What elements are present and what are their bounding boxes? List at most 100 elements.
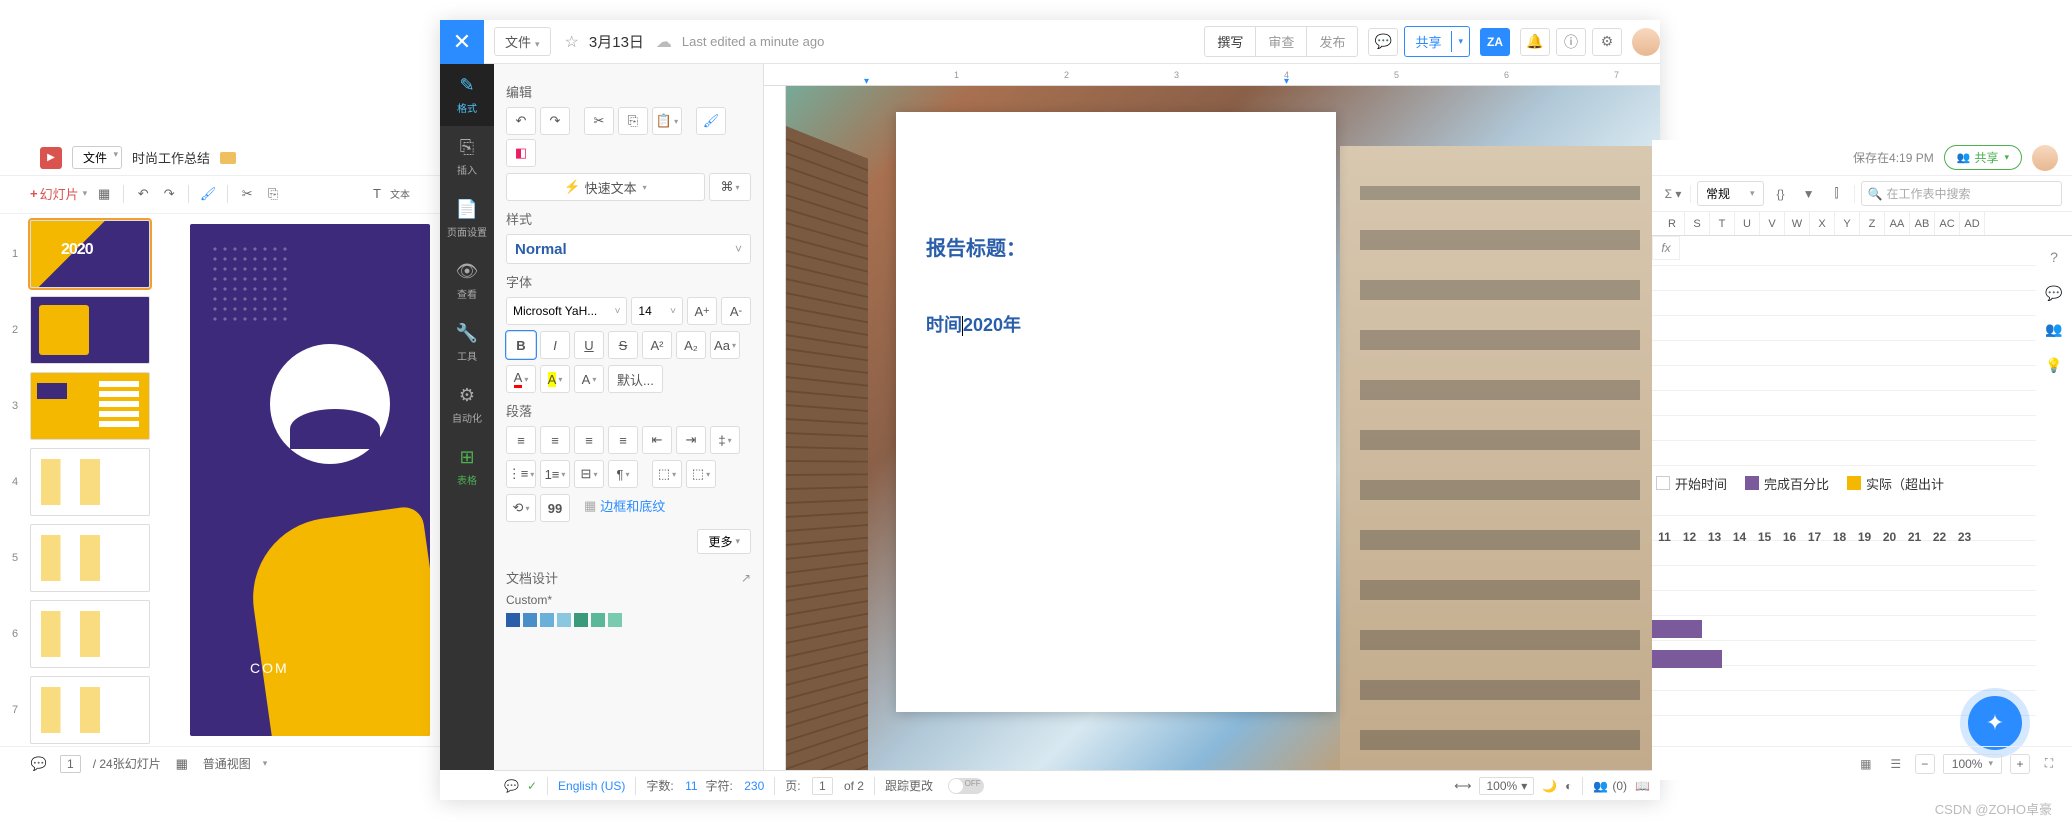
page-indicator[interactable]: 页: 1 of 2 xyxy=(785,777,864,795)
close-button[interactable]: ✕ xyxy=(440,20,484,64)
col-header[interactable]: V xyxy=(1760,212,1785,235)
share-button[interactable]: 共享 ▾ xyxy=(1404,26,1470,57)
swatch[interactable] xyxy=(608,613,622,627)
col-header[interactable]: Y xyxy=(1835,212,1860,235)
align-center-button[interactable]: ≡ xyxy=(540,426,570,454)
multilevel-list-button[interactable]: ⊟ xyxy=(574,460,604,488)
zoom-in-button[interactable]: + xyxy=(2010,754,2030,774)
superscript-button[interactable]: A² xyxy=(642,331,672,359)
col-header[interactable]: Z xyxy=(1860,212,1885,235)
sidenav-page-setup[interactable]: 📄页面设置 xyxy=(440,188,494,250)
horizontal-ruler[interactable]: ▾ 1 2 3 ▾ 4 5 6 7 xyxy=(764,64,1660,86)
word-count[interactable]: 字数: 11 xyxy=(646,777,697,794)
star-icon[interactable]: ☆ xyxy=(565,32,579,52)
slides-doc-title[interactable]: 时尚工作总结 xyxy=(132,148,210,167)
copy-button[interactable]: ⎘ xyxy=(618,107,648,135)
track-changes[interactable]: 跟踪更改 OFF xyxy=(885,777,984,794)
swatch[interactable] xyxy=(574,613,588,627)
sidenav-table[interactable]: ⊞表格 xyxy=(440,436,494,498)
spacing-before-button[interactable]: ⬚ xyxy=(652,460,682,488)
clear-format-button[interactable]: ◧ xyxy=(506,139,536,167)
night-mode-icon[interactable]: 🌙 xyxy=(1542,779,1557,793)
theme-icon[interactable]: ◐ xyxy=(1565,779,1572,793)
swatch[interactable] xyxy=(523,613,537,627)
lightbulb-icon[interactable]: 💡 xyxy=(2043,354,2065,376)
border-shading-link[interactable]: ▦边框和底纹 xyxy=(584,496,665,515)
paste-button[interactable]: 📋 xyxy=(652,107,682,135)
za-button[interactable]: ZA xyxy=(1480,28,1510,56)
mode-write[interactable]: 撰写 xyxy=(1205,27,1256,56)
view-mode[interactable]: 普通视图 xyxy=(203,755,251,772)
cut-button[interactable]: ✂ xyxy=(584,107,614,135)
undo-button[interactable]: ↶ xyxy=(506,107,536,135)
slide-thumb-3[interactable] xyxy=(30,372,150,440)
reader-mode-icon[interactable]: 📖 xyxy=(1635,779,1650,793)
col-header[interactable]: AA xyxy=(1885,212,1910,235)
slide-thumb-2[interactable] xyxy=(30,296,150,364)
add-slide-button[interactable]: 幻灯片 xyxy=(30,184,87,203)
vertical-ruler[interactable] xyxy=(764,86,786,770)
fullscreen-icon[interactable]: ⛶ xyxy=(2038,753,2060,775)
grid-view-icon[interactable]: ▦ xyxy=(1855,753,1877,775)
special-char-button[interactable]: ⌘ xyxy=(709,173,751,201)
color-swatches[interactable] xyxy=(506,613,751,627)
italic-button[interactable]: I xyxy=(540,331,570,359)
line-spacing-button[interactable]: ‡ xyxy=(710,426,740,454)
text-direction-button[interactable]: ⟲ xyxy=(506,494,536,522)
spacing-after-button[interactable]: ⬚ xyxy=(686,460,716,488)
sidenav-format[interactable]: ✎格式 xyxy=(440,64,494,126)
checkmark-icon[interactable]: ✓ xyxy=(527,779,537,793)
subscript-button[interactable]: A₂ xyxy=(676,331,706,359)
strike-button[interactable]: S xyxy=(608,331,638,359)
sidenav-tools[interactable]: 🔧工具 xyxy=(440,312,494,374)
layout-icon[interactable]: ▦ xyxy=(95,185,113,203)
folder-icon[interactable] xyxy=(220,152,236,164)
col-header[interactable]: R xyxy=(1660,212,1685,235)
col-header[interactable]: AD xyxy=(1960,212,1985,235)
rail-chat-icon[interactable]: 💬 xyxy=(2043,282,2065,304)
sidenav-view[interactable]: 👁查看 xyxy=(440,250,494,312)
share-dropdown-icon[interactable]: ▾ xyxy=(1451,31,1469,52)
document-page[interactable]: 报告标题： 时间2020年 xyxy=(896,112,1336,712)
fx-label[interactable]: fx xyxy=(1652,236,1680,260)
cut-icon[interactable]: ✂ xyxy=(238,185,256,203)
doc-date[interactable]: 3月13日 xyxy=(589,31,644,52)
redo-icon[interactable]: ↷ xyxy=(160,185,178,203)
user-avatar[interactable] xyxy=(1632,28,1660,56)
fab-button[interactable]: ✦ xyxy=(1968,696,2022,750)
share-button[interactable]: 共享 xyxy=(1944,145,2022,170)
slide-thumb-4[interactable] xyxy=(30,448,150,516)
comment-icon[interactable]: 💬 xyxy=(504,779,519,793)
bold-button[interactable]: B xyxy=(506,331,536,359)
col-header[interactable]: AC xyxy=(1935,212,1960,235)
notification-icon[interactable]: 🔔 xyxy=(1520,28,1550,56)
font-color-button[interactable]: A xyxy=(506,365,536,393)
user-avatar[interactable] xyxy=(2032,145,2058,171)
rail-people-icon[interactable]: 👥 xyxy=(2043,318,2065,340)
chat-icon[interactable]: 💬 xyxy=(1368,28,1398,56)
col-header[interactable]: T xyxy=(1710,212,1735,235)
file-menu[interactable]: 文件 xyxy=(494,27,551,56)
copy-icon[interactable]: ⎘ xyxy=(264,185,282,203)
align-right-button[interactable]: ≡ xyxy=(574,426,604,454)
slide-thumb-7[interactable] xyxy=(30,676,150,744)
format-select[interactable]: 常规 xyxy=(1697,181,1764,206)
swatch[interactable] xyxy=(540,613,554,627)
slide-thumb-6[interactable] xyxy=(30,600,150,668)
pilcrow-button[interactable]: ¶ xyxy=(608,460,638,488)
col-header[interactable]: AB xyxy=(1910,212,1935,235)
align-left-button[interactable]: ≡ xyxy=(506,426,536,454)
align-justify-button[interactable]: ≡ xyxy=(608,426,638,454)
sidenav-insert[interactable]: ⎘插入 xyxy=(440,126,494,188)
collaborators[interactable]: 👥 (0) xyxy=(1593,779,1627,793)
col-header[interactable]: W xyxy=(1785,212,1810,235)
columns-icon[interactable]: ⫿ xyxy=(1826,183,1848,205)
more-button[interactable]: 更多 xyxy=(697,529,751,554)
swatch[interactable] xyxy=(557,613,571,627)
format-painter-icon[interactable]: 🖌 xyxy=(199,185,217,203)
col-header[interactable]: S xyxy=(1685,212,1710,235)
page-heading-2[interactable]: 时间2020年 xyxy=(926,311,1306,337)
quick-text-button[interactable]: ⚡快速文本 xyxy=(506,173,705,201)
slides-file-menu[interactable]: 文件 xyxy=(72,146,122,169)
style-select[interactable]: Normal xyxy=(506,234,751,264)
